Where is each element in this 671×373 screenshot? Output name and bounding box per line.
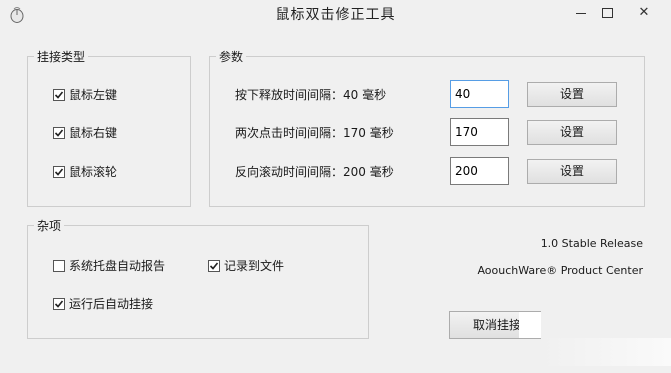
close-button[interactable]: ✕ xyxy=(624,2,664,24)
maximize-icon xyxy=(602,8,613,18)
right-button-checkbox[interactable]: 鼠标右键 xyxy=(53,124,117,141)
reverse-scroll-interval-label: 反向滚动时间间隔：200 毫秒 xyxy=(235,165,394,179)
minimize-icon xyxy=(576,13,586,14)
double-click-interval-input[interactable] xyxy=(450,118,509,146)
version-text: 1.0 Stable Release xyxy=(540,237,643,250)
overlay-patch xyxy=(519,312,541,338)
log-to-file-checkbox[interactable]: 记录到文件 xyxy=(208,257,284,274)
set-press-release-button[interactable]: 设置 xyxy=(527,82,617,107)
title-bar: 鼠标双击修正工具 ✕ xyxy=(0,0,671,30)
double-click-interval-label: 两次点击时间间隔：170 毫秒 xyxy=(235,126,394,140)
hook-type-group-title: 挂接类型 xyxy=(34,48,89,65)
misc-group-title: 杂项 xyxy=(34,217,65,234)
reverse-scroll-interval-input[interactable] xyxy=(450,157,509,185)
left-button-checkbox[interactable]: 鼠标左键 xyxy=(53,86,117,103)
press-release-interval-label: 按下释放时间间隔：40 毫秒 xyxy=(235,88,387,102)
auto-hook-checkbox[interactable]: 运行后自动挂接 xyxy=(53,295,153,312)
checkbox-box xyxy=(53,259,65,272)
maximize-button[interactable] xyxy=(594,2,620,24)
set-double-click-button[interactable]: 设置 xyxy=(527,120,617,145)
set-reverse-scroll-button[interactable]: 设置 xyxy=(527,159,617,184)
checkbox-box xyxy=(53,297,65,310)
checkbox-box xyxy=(208,259,220,272)
company-text: AoouchWare® Product Center xyxy=(477,264,643,277)
tray-report-checkbox[interactable]: 系统托盘自动报告 xyxy=(53,257,165,274)
tray-report-label: 系统托盘自动报告 xyxy=(69,259,166,273)
background-fade xyxy=(541,338,671,366)
minimize-button[interactable] xyxy=(568,2,594,24)
params-group-title: 参数 xyxy=(216,48,247,65)
misc-group: 杂项 xyxy=(27,217,369,339)
log-to-file-label: 记录到文件 xyxy=(224,259,285,273)
auto-hook-label: 运行后自动挂接 xyxy=(69,297,154,311)
left-button-label: 鼠标左键 xyxy=(69,88,118,102)
wheel-checkbox[interactable]: 鼠标滚轮 xyxy=(53,163,117,180)
close-icon: ✕ xyxy=(638,5,650,20)
checkbox-box xyxy=(53,126,65,139)
wheel-label: 鼠标滚轮 xyxy=(69,165,118,179)
checkbox-box xyxy=(53,165,65,178)
checkbox-box xyxy=(53,88,65,101)
press-release-interval-input[interactable] xyxy=(450,80,509,108)
right-button-label: 鼠标右键 xyxy=(69,126,118,140)
